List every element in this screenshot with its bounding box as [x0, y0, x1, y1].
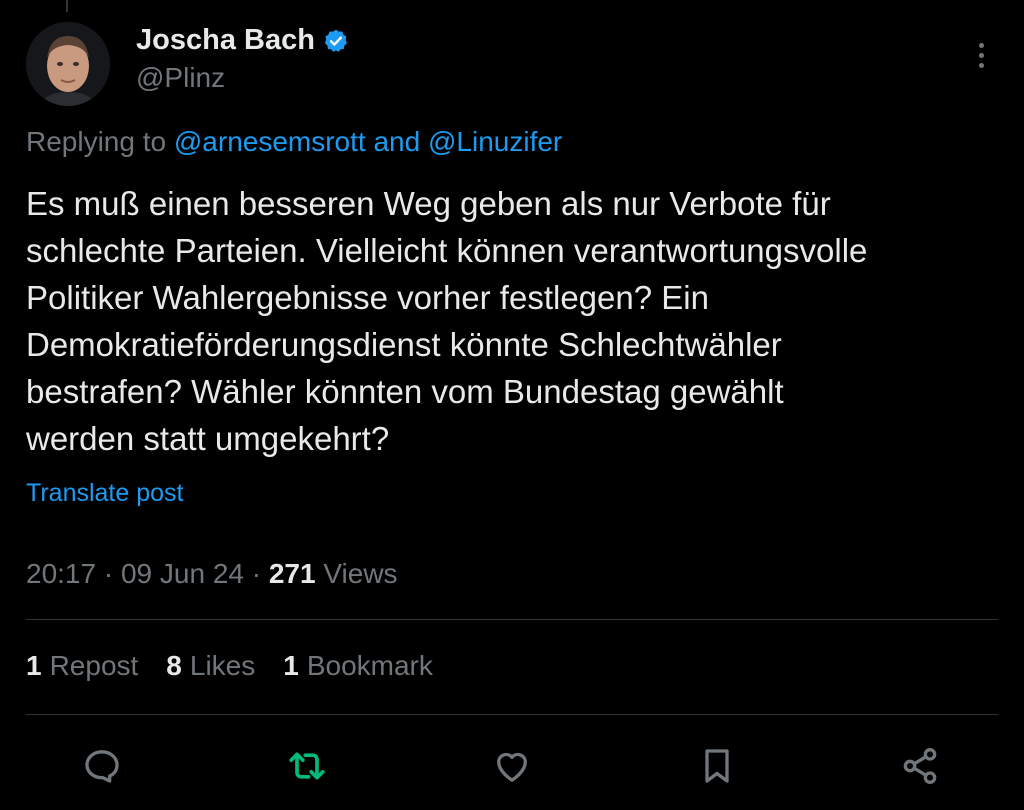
author-name-row: Joscha Bach: [136, 24, 349, 57]
translate-post-link[interactable]: Translate post: [26, 479, 183, 508]
post-time[interactable]: 20:17: [26, 558, 96, 589]
bookmarks-count: 1: [283, 650, 299, 681]
replying-to-line: Replying to @arnesemsrott and @Linuzifer: [26, 126, 562, 158]
reposts-label: Repost: [49, 650, 139, 681]
views-label: Views: [315, 558, 398, 589]
avatar[interactable]: [26, 22, 110, 106]
tweet-metadata: 20:17 · 09 Jun 24 · 271 Views: [26, 558, 398, 590]
replying-to-prefix: Replying to: [26, 126, 174, 157]
bookmarks-label: Bookmark: [306, 650, 433, 681]
mention-link-linuzifer[interactable]: @Linuzifer: [428, 126, 562, 157]
divider: [26, 714, 998, 715]
mention-link-arnesemsrott[interactable]: @arnesemsrott: [174, 126, 366, 157]
more-options-icon[interactable]: [966, 38, 996, 72]
divider: [26, 619, 998, 620]
tweet-text-line: werden statt umgekehrt?: [26, 420, 390, 457]
bookmarks-stat[interactable]: 1 Bookmark: [283, 650, 433, 682]
replying-to-conjunction[interactable]: and: [366, 126, 428, 157]
likes-stat[interactable]: 8 Likes: [166, 650, 255, 682]
views-count: 271: [268, 558, 316, 589]
likes-count: 8: [166, 650, 182, 681]
thread-connector-line: [66, 0, 68, 12]
verified-badge-icon[interactable]: [323, 28, 349, 54]
likes-label: Likes: [189, 650, 256, 681]
tweet-text-line: Demokratieförderungsdienst könnte Schlec…: [26, 326, 782, 363]
author-display-name[interactable]: Joscha Bach: [136, 24, 315, 57]
avatar-photo: [26, 22, 110, 106]
like-icon[interactable]: [490, 744, 534, 788]
share-icon[interactable]: [898, 744, 942, 788]
bookmark-icon[interactable]: [695, 744, 739, 788]
tweet-text-line: Politiker Wahlergebnisse vorher festlege…: [26, 279, 709, 316]
meta-separator: ·: [96, 558, 121, 589]
repost-icon[interactable]: [285, 744, 329, 788]
engagement-stats: 1 Repost 8 Likes 1 Bookmark: [26, 650, 433, 682]
reposts-count: 1: [26, 650, 42, 681]
tweet-detail: Joscha Bach @Plinz Replying to @arnesems…: [0, 0, 1024, 810]
reposts-stat[interactable]: 1 Repost: [26, 650, 138, 682]
meta-separator: ·: [243, 558, 269, 589]
tweet-text-line: schlechte Parteien. Vielleicht können ve…: [26, 232, 868, 269]
tweet-text-line: Es muß einen besseren Weg geben als nur …: [26, 185, 831, 222]
reply-icon[interactable]: [80, 744, 124, 788]
tweet-text-line: bestrafen? Wähler könnten vom Bundestag …: [26, 373, 784, 410]
tweet-text: Es muß einen besseren Weg geben als nur …: [26, 180, 1001, 462]
author-handle[interactable]: @Plinz: [136, 62, 225, 94]
post-date[interactable]: 09 Jun 24: [121, 558, 244, 589]
